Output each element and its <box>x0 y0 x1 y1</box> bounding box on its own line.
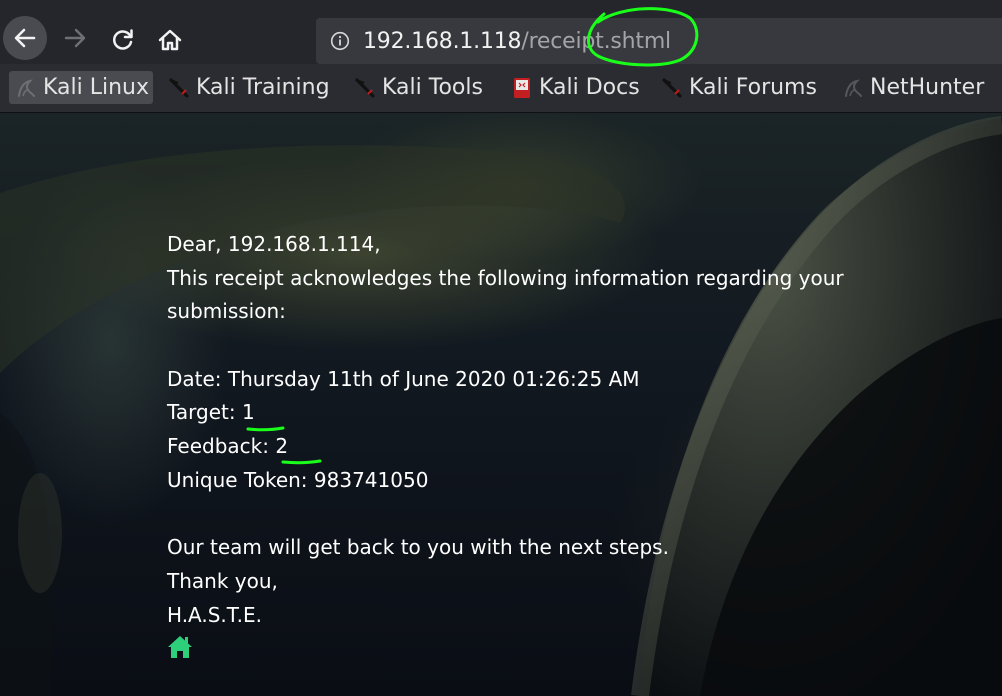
home-button[interactable] <box>152 22 188 58</box>
bookmark-label: Kali Linux <box>43 75 150 100</box>
url-path: /receipt.shtml <box>521 28 671 54</box>
bookmark-kali-docs[interactable]: Kali Docs <box>505 71 644 104</box>
receipt-text: Dear, 192.168.1.114, This receipt acknow… <box>167 228 927 632</box>
target-label: Target: <box>167 400 242 425</box>
kali-sword-icon <box>354 77 376 99</box>
home-link[interactable] <box>167 635 193 659</box>
target-value: 1 <box>241 400 255 425</box>
kali-dragon-icon <box>15 77 37 99</box>
bookmark-label: Kali Forums <box>689 75 817 100</box>
signature: H.A.S.T.E. <box>167 602 262 627</box>
reload-button[interactable] <box>105 22 141 58</box>
receipt-target: Target: 1 <box>167 396 927 430</box>
bookmark-label: Kali Training <box>196 75 330 100</box>
feedback-value: 2 <box>275 434 289 459</box>
home-icon <box>158 29 182 51</box>
closing-line: Our team will get back to you with the n… <box>167 535 669 560</box>
bookmark-kali-linux[interactable]: Kali Linux <box>9 71 154 104</box>
url-text[interactable]: 192.168.1.118/receipt.shtml <box>363 29 671 54</box>
feedback-label: Feedback: <box>167 434 276 459</box>
bookmark-label: NetHunter <box>870 75 985 100</box>
back-button[interactable] <box>3 16 47 60</box>
kali-sword-icon <box>168 77 190 99</box>
browser-toolbar: 192.168.1.118/receipt.shtml <box>0 0 1002 64</box>
bookmark-kali-tools[interactable]: Kali Tools <box>348 71 487 104</box>
bookmark-kali-forums[interactable]: Kali Forums <box>655 71 821 104</box>
bookmark-kali-training[interactable]: Kali Training <box>162 71 334 104</box>
reload-icon <box>113 29 133 50</box>
receipt-token: Unique Token: 983741050 <box>167 467 429 492</box>
browser-window: 192.168.1.118/receipt.shtml Kali Linux K… <box>0 0 1002 696</box>
url-bar[interactable]: 192.168.1.118/receipt.shtml <box>316 18 1002 64</box>
greeting: Dear, 192.168.1.114, <box>167 232 381 256</box>
kali-dragon-icon <box>842 77 864 99</box>
kali-docs-icon <box>511 77 533 99</box>
arrow-left-icon <box>14 28 36 48</box>
receipt-feedback: Feedback: 2 <box>167 430 927 464</box>
bookmark-label: Kali Docs <box>539 75 640 100</box>
intro-line-2: submission: <box>167 299 286 324</box>
url-host: 192.168.1.118 <box>363 28 522 54</box>
bookmark-label: Kali Tools <box>382 75 483 100</box>
info-icon[interactable] <box>329 30 351 52</box>
thanks-line: Thank you, <box>167 568 278 593</box>
receipt-date: Date: Thursday 11th of June 2020 01:26:2… <box>167 366 640 391</box>
home-icon <box>168 636 192 658</box>
bookmarks-bar: Kali Linux Kali Training Kali Tools Kali… <box>0 64 1002 113</box>
page-content: Dear, 192.168.1.114, This receipt acknow… <box>0 113 1002 696</box>
forward-button[interactable] <box>57 20 93 56</box>
bookmark-nethunter[interactable]: NetHunter <box>836 71 988 104</box>
intro-line-1: This receipt acknowledges the following … <box>167 265 844 290</box>
arrow-right-icon <box>64 28 86 48</box>
kali-sword-icon <box>661 77 683 99</box>
